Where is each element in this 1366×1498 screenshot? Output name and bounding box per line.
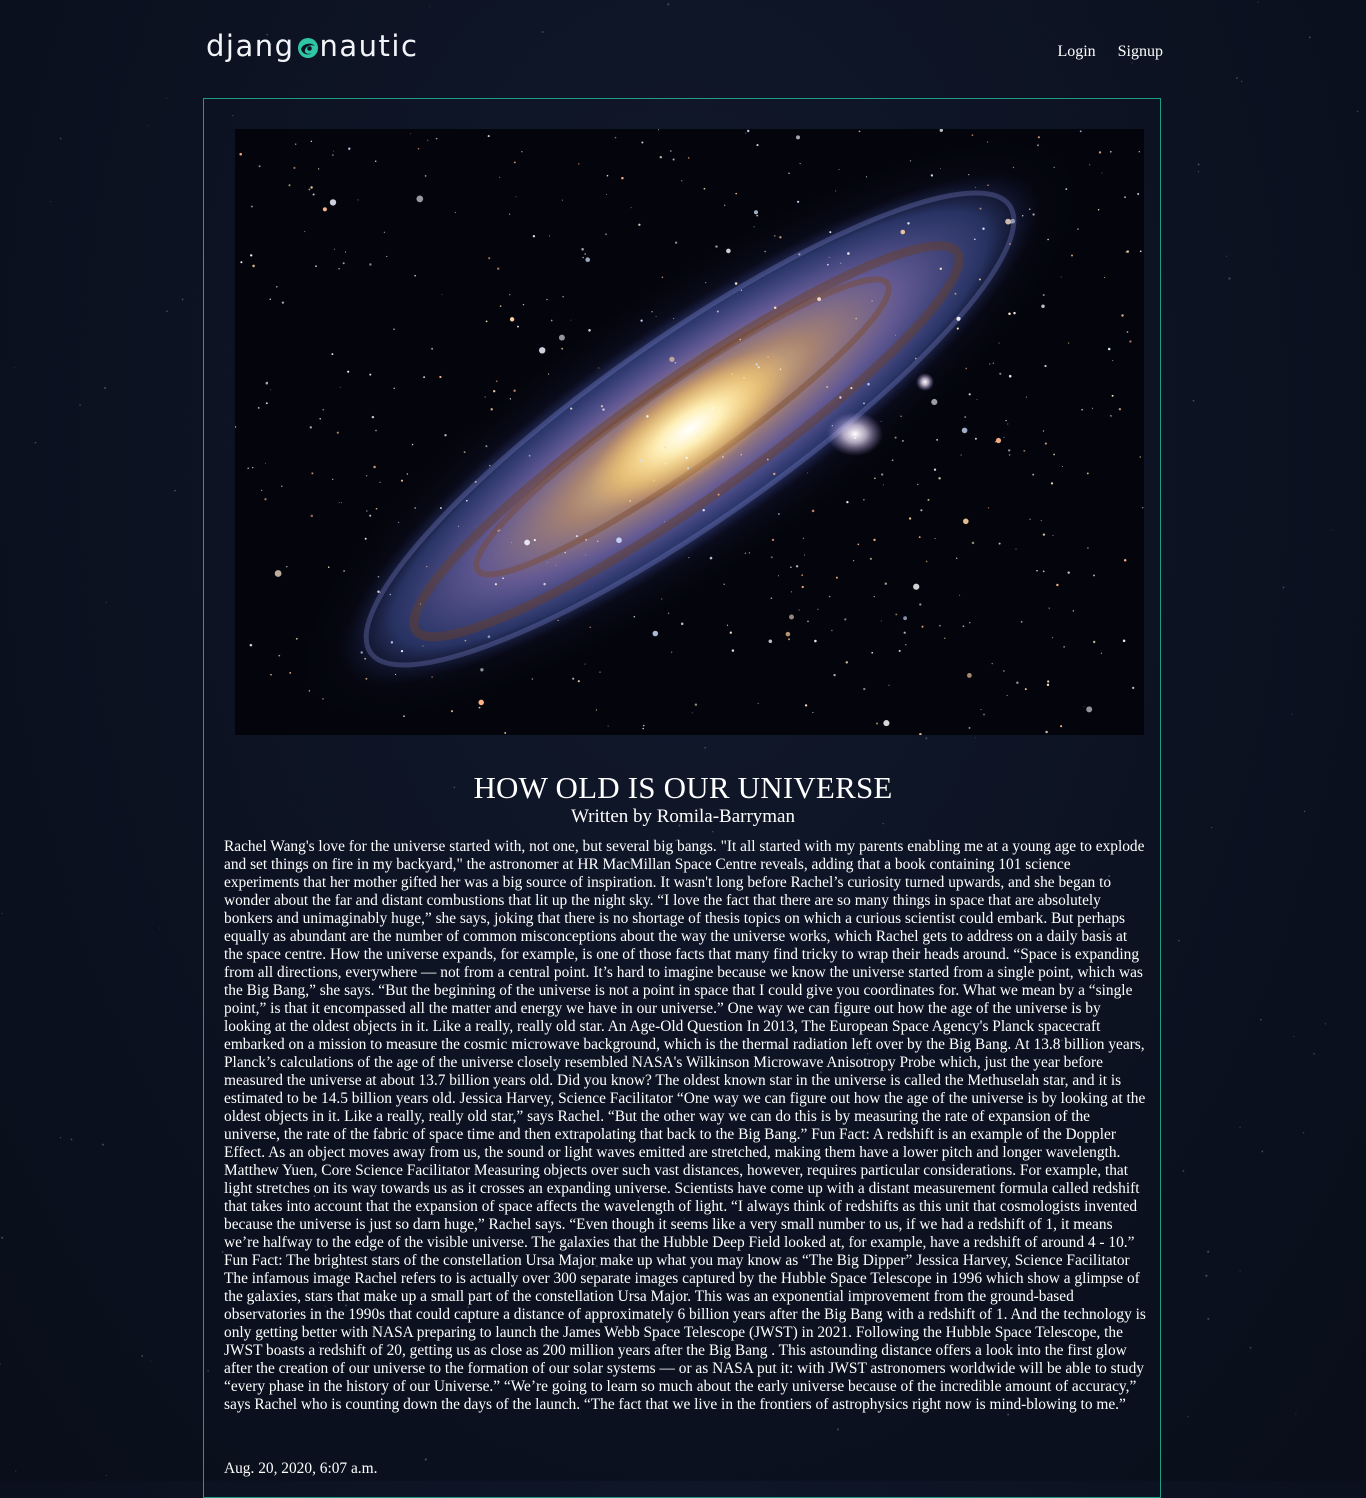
site-logo[interactable]: djang nautic	[206, 29, 418, 63]
post-body: Rachel Wang's love for the universe star…	[224, 838, 1146, 1413]
post-byline: Written by Romila-Barryman	[570, 806, 795, 827]
galaxy-illustration	[235, 129, 1144, 735]
andromeda-galaxy-image	[235, 129, 1144, 735]
site-header: djang nautic Login Signup	[203, 26, 1163, 76]
login-link[interactable]: Login	[1057, 43, 1095, 61]
swirl-orb-icon	[297, 38, 318, 58]
post-title: HOW OLD IS OUR UNIVERSE	[473, 770, 893, 805]
signup-link[interactable]: Signup	[1118, 43, 1163, 61]
auth-nav: Login Signup	[1057, 43, 1163, 61]
post-card: HOW OLD IS OUR UNIVERSE Written by Romil…	[203, 98, 1161, 1498]
post-date: Aug. 20, 2020, 6:07 a.m.	[224, 1460, 378, 1477]
logo-text-right: nautic	[319, 29, 419, 63]
logo-text-left: djang	[206, 29, 295, 63]
